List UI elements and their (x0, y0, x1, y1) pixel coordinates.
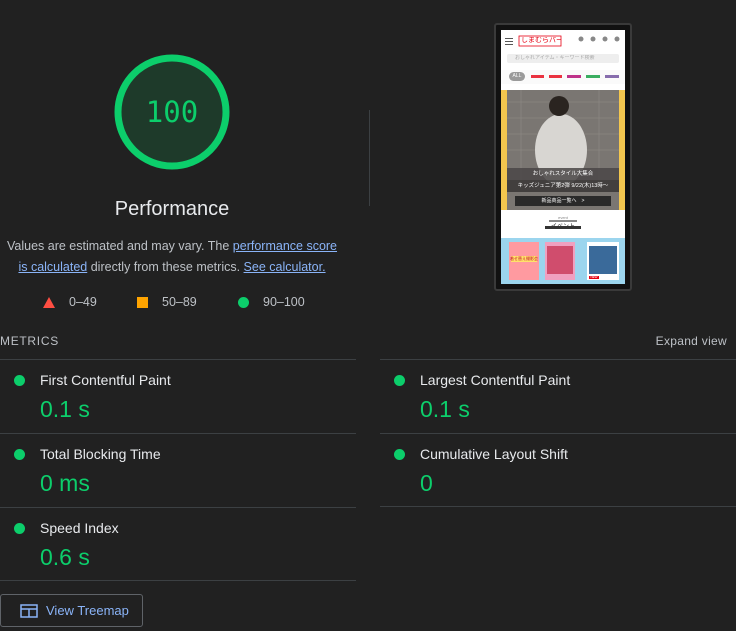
legend-range: 50–89 (162, 295, 197, 309)
metric-title: First Contentful Paint (40, 372, 171, 388)
metric-title: Total Blocking Time (40, 446, 161, 462)
metric-cumulative-layout-shift: Cumulative Layout Shift 0 (380, 433, 736, 507)
view-treemap-label: View Treemap (46, 603, 129, 618)
thumbnail-banner-line2: キッズジュニア第2弾 9/22(木)13時〜 (517, 183, 609, 189)
legend-range: 90–100 (263, 295, 305, 309)
metric-value: 0.1 s (420, 396, 470, 422)
thumbnail-event-ja: イベント (550, 224, 575, 230)
legend-item-average: 50–89 (137, 295, 197, 309)
thumbnail-tile-badge: NEW (590, 275, 598, 279)
gauge-score: 100 (145, 95, 199, 129)
circle-icon (238, 296, 249, 308)
is-calculated-link[interactable]: is calculated (18, 260, 87, 274)
thumbnail-art (501, 30, 625, 284)
vertical-divider (369, 110, 370, 206)
pass-circle-icon (394, 375, 405, 386)
description-prefix: Values are estimated and may vary. The (6, 239, 233, 253)
description-middle: directly from these metrics. (87, 260, 244, 274)
metric-total-blocking-time: Total Blocking Time 0 ms (0, 433, 356, 507)
thumbnail-banner-line1: おしゃれスタイル大集合 (532, 171, 594, 177)
final-screenshot[interactable]: しまむらパーク おしゃれアイテム・キーワード検索 ALL おしゃれスタイル大集合… (494, 23, 632, 291)
metric-title: Largest Contentful Paint (420, 372, 571, 388)
metric-speed-index: Speed Index 0.6 s (0, 507, 356, 581)
performance-score-link[interactable]: performance score (233, 239, 337, 253)
pass-circle-icon (14, 449, 25, 460)
thumbnail-search: おしゃれアイテム・キーワード検索 (515, 55, 595, 61)
metric-title: Speed Index (40, 520, 119, 536)
metric-title: Cumulative Layout Shift (420, 446, 568, 462)
metric-largest-contentful-paint: Largest Contentful Paint 0.1 s (380, 359, 736, 433)
treemap-icon (20, 603, 38, 618)
view-treemap-button[interactable]: View Treemap (0, 594, 143, 627)
see-calculator-link[interactable]: See calculator. (244, 260, 326, 274)
performance-gauge: 100 (112, 52, 232, 172)
pass-circle-icon (394, 449, 405, 460)
pass-circle-icon (14, 523, 25, 534)
metric-value: 0 (420, 470, 433, 496)
thumbnail-poster-text: 着せ替え撮影会 (510, 256, 538, 261)
pass-circle-icon (14, 375, 25, 386)
thumbnail-banner-button: 新品商品一覧へ > (541, 198, 585, 204)
score-legend: 0–49 50–89 90–100 (0, 295, 344, 311)
score-description: Values are estimated and may vary. The p… (0, 236, 344, 278)
thumbnail-event-en: event (558, 215, 568, 220)
legend-item-pass: 90–100 (238, 295, 305, 309)
metric-first-contentful-paint: First Contentful Paint 0.1 s (0, 359, 356, 433)
metric-value: 0.1 s (40, 396, 90, 422)
metric-value: 0 ms (40, 470, 90, 496)
gauge-title: Performance (114, 198, 230, 220)
legend-range: 0–49 (69, 295, 97, 309)
expand-view-toggle[interactable]: Expand view (656, 334, 727, 348)
square-icon (137, 296, 148, 308)
legend-item-fail: 0–49 (43, 295, 97, 309)
triangle-icon (43, 296, 55, 308)
thumbnail-logo: しまむらパーク (521, 37, 561, 44)
metrics-heading: METRICS (0, 334, 59, 348)
thumbnail-tab: ALL (512, 73, 522, 79)
metric-value: 0.6 s (40, 544, 90, 570)
page-thumbnail: しまむらパーク おしゃれアイテム・キーワード検索 ALL おしゃれスタイル大集合… (501, 30, 625, 284)
